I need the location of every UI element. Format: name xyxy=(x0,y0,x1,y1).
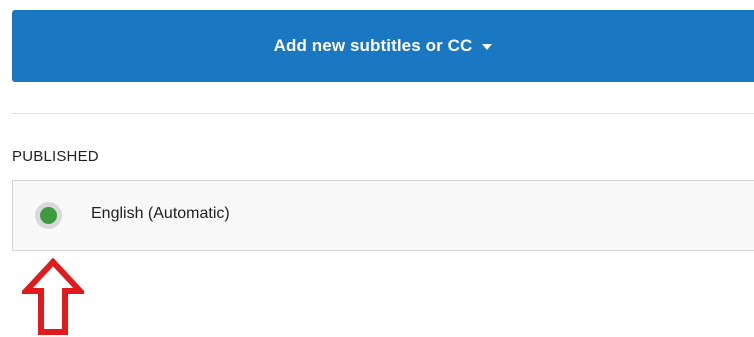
divider xyxy=(12,113,754,114)
add-subtitles-button[interactable]: Add new subtitles or CC xyxy=(12,10,754,82)
subtitles-panel: Add new subtitles or CC PUBLISHED Englis… xyxy=(0,0,754,337)
status-dot-inner xyxy=(40,207,57,224)
track-row-english-automatic[interactable]: English (Automatic) xyxy=(12,180,754,251)
caret-down-icon xyxy=(482,44,493,50)
published-status-icon xyxy=(35,202,62,229)
add-subtitles-button-label: Add new subtitles or CC xyxy=(273,36,473,55)
track-label: English (Automatic) xyxy=(91,205,230,222)
up-arrow-icon xyxy=(22,258,84,335)
published-heading: PUBLISHED xyxy=(12,148,99,165)
